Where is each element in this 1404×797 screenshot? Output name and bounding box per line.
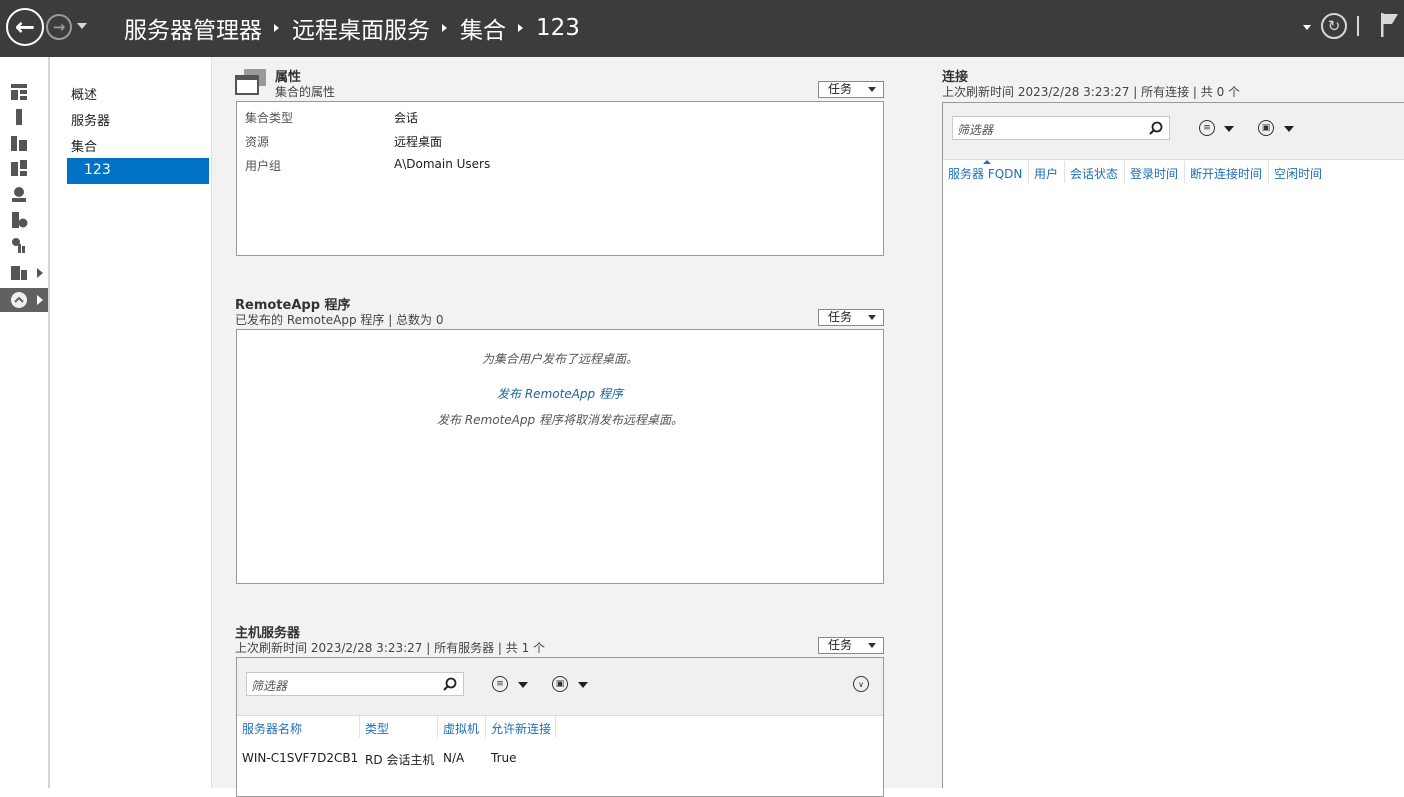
- properties-tasks-button[interactable]: 任务: [818, 81, 884, 98]
- column-header[interactable]: 服务器 FQDN: [943, 161, 1029, 183]
- connections-filter-bar: 筛选器 ≡ ▣: [943, 103, 1404, 160]
- prop-value: A\Domain Users: [394, 157, 491, 171]
- rds-server-icon[interactable]: [10, 211, 28, 229]
- connections-box: 筛选器 ≡ ▣ 服务器 FQDN 用户 会话状态 登录时间 断开连接时间 空闲时…: [942, 102, 1404, 788]
- toolbar-divider: [1357, 16, 1359, 36]
- list-options-icon[interactable]: ≡: [1199, 120, 1215, 136]
- storage-icon[interactable]: [10, 263, 28, 281]
- prop-label: 资源: [245, 135, 270, 149]
- cell-server-name: WIN-C1SVF7D2CB1: [242, 751, 359, 765]
- tools-icon[interactable]: [10, 236, 28, 254]
- nav-item-collections[interactable]: 集合: [71, 136, 97, 155]
- chevron-down-icon[interactable]: [578, 682, 588, 688]
- connections-subtitle: 上次刷新时间 2023/2/28 3:23:27 | 所有连接 | 共 0 个: [942, 85, 1241, 99]
- connections-panel: 连接 上次刷新时间 2023/2/28 3:23:27 | 所有连接 | 共 0…: [942, 57, 1404, 788]
- breadcrumb-separator-icon: [518, 24, 523, 32]
- center-panel: 属性 集合的属性 任务 集合类型 会话 资源 远程桌面 用户组 A\Domain…: [212, 57, 942, 797]
- search-icon[interactable]: [1149, 121, 1163, 135]
- properties-subtitle: 集合的属性: [275, 85, 336, 99]
- list-options-icon[interactable]: ≡: [492, 676, 508, 692]
- properties-box: 集合类型 会话 资源 远程桌面 用户组 A\Domain Users: [236, 101, 884, 256]
- breadcrumb-separator-icon: [442, 24, 447, 32]
- nav-item-servers[interactable]: 服务器: [71, 110, 110, 129]
- chevron-down-icon[interactable]: [1224, 126, 1234, 132]
- column-header[interactable]: 允许新连接: [486, 716, 556, 738]
- chevron-down-icon[interactable]: [518, 682, 528, 688]
- prop-value: 远程桌面: [394, 135, 443, 149]
- remoteapp-box: 为集合用户发布了远程桌面。 发布 RemoteApp 程序 发布 RemoteA…: [236, 329, 884, 584]
- cell-allow-new: True: [491, 751, 517, 765]
- column-header[interactable]: 类型: [360, 716, 438, 738]
- local-server-icon[interactable]: [10, 108, 28, 126]
- host-filter-input[interactable]: 筛选器: [246, 672, 464, 696]
- connections-filter-input[interactable]: 筛选器: [952, 116, 1170, 140]
- prop-label: 集合类型: [245, 111, 294, 125]
- all-servers-icon[interactable]: [10, 134, 28, 152]
- cell-vm: N/A: [443, 751, 465, 765]
- breadcrumb: 服务器管理器 远程桌面服务 集合 123: [124, 11, 580, 45]
- flag-icon[interactable]: [1378, 12, 1400, 38]
- column-header[interactable]: 服务器名称: [237, 716, 360, 738]
- connections-table-header: 服务器 FQDN 用户 会话状态 登录时间 断开连接时间 空闲时间: [943, 160, 1404, 183]
- remoteapp-subtitle: 已发布的 RemoteApp 程序 | 总数为 0: [235, 313, 444, 327]
- host-table-header: 服务器名称 类型 虚拟机 允许新连接: [237, 716, 883, 738]
- iis-icon[interactable]: [10, 185, 28, 203]
- prop-value: 会话: [394, 111, 419, 125]
- icon-rail: [0, 57, 50, 788]
- remoteapp-note: 发布 RemoteApp 程序将取消发布远程桌面。: [437, 413, 683, 427]
- publish-remoteapp-link[interactable]: 发布 RemoteApp 程序: [237, 385, 883, 402]
- host-filter-bar: 筛选器 ≡ ▣ ∨: [237, 658, 883, 716]
- title-bar: ← → 服务器管理器 远程桌面服务 集合 123 ↻: [0, 0, 1404, 57]
- remoteapp-message: 为集合用户发布了远程桌面。: [481, 352, 638, 366]
- remote-desktop-icon: [11, 292, 27, 308]
- expand-arrow-icon[interactable]: [37, 268, 43, 278]
- breadcrumb-item-rds[interactable]: 远程桌面服务: [292, 11, 430, 45]
- column-header[interactable]: 断开连接时间: [1185, 161, 1269, 183]
- search-icon[interactable]: [443, 677, 457, 691]
- dashboard-icon[interactable]: [10, 83, 28, 101]
- host-filter-placeholder: 筛选器: [251, 679, 288, 693]
- breadcrumb-item-collections[interactable]: 集合: [460, 11, 506, 45]
- refresh-dropdown-icon[interactable]: [1303, 25, 1311, 30]
- breadcrumb-separator-icon: [274, 24, 279, 32]
- column-header[interactable]: 空闲时间: [1269, 161, 1329, 183]
- table-row[interactable]: WIN-C1SVF7D2CB1 RD 会话主机 N/A True: [237, 748, 883, 770]
- chevron-down-icon[interactable]: [1284, 126, 1294, 132]
- host-servers-subtitle: 上次刷新时间 2023/2/28 3:23:27 | 所有服务器 | 共 1 个: [235, 641, 546, 655]
- expand-arrow-icon[interactable]: [37, 295, 43, 305]
- host-servers-box: 筛选器 ≡ ▣ ∨ 服务器名称 类型 虚拟机 允许新连接 WIN-C1SVF7D…: [236, 657, 884, 797]
- nav-item-collection-123[interactable]: 123: [67, 158, 209, 184]
- refresh-icon[interactable]: ↻: [1321, 13, 1347, 39]
- nav-item-overview[interactable]: 概述: [71, 84, 97, 103]
- expand-circle-icon[interactable]: ∨: [853, 676, 869, 692]
- sub-navigation: 概述 服务器 集合 123: [50, 57, 212, 788]
- rail-item-remote-desktop-services[interactable]: [0, 288, 48, 312]
- save-query-icon[interactable]: ▣: [1258, 120, 1274, 136]
- forward-arrow-icon[interactable]: →: [46, 14, 72, 40]
- column-header[interactable]: 登录时间: [1125, 161, 1185, 183]
- file-services-icon[interactable]: [10, 159, 28, 177]
- history-dropdown-icon[interactable]: [77, 23, 87, 29]
- back-arrow-icon[interactable]: ←: [6, 8, 44, 46]
- prop-label: 用户组: [245, 159, 282, 173]
- properties-icon: [235, 69, 266, 95]
- breadcrumb-item-server-manager[interactable]: 服务器管理器: [124, 11, 262, 45]
- connections-filter-placeholder: 筛选器: [957, 123, 994, 137]
- remoteapp-tasks-button[interactable]: 任务: [818, 309, 884, 326]
- save-query-icon[interactable]: ▣: [552, 676, 568, 692]
- column-header[interactable]: 用户: [1029, 161, 1065, 183]
- column-header[interactable]: 虚拟机: [438, 716, 486, 738]
- host-servers-tasks-button[interactable]: 任务: [818, 637, 884, 654]
- column-header[interactable]: 会话状态: [1065, 161, 1125, 183]
- breadcrumb-item-current: 123: [536, 15, 580, 41]
- cell-type: RD 会话主机: [365, 753, 435, 767]
